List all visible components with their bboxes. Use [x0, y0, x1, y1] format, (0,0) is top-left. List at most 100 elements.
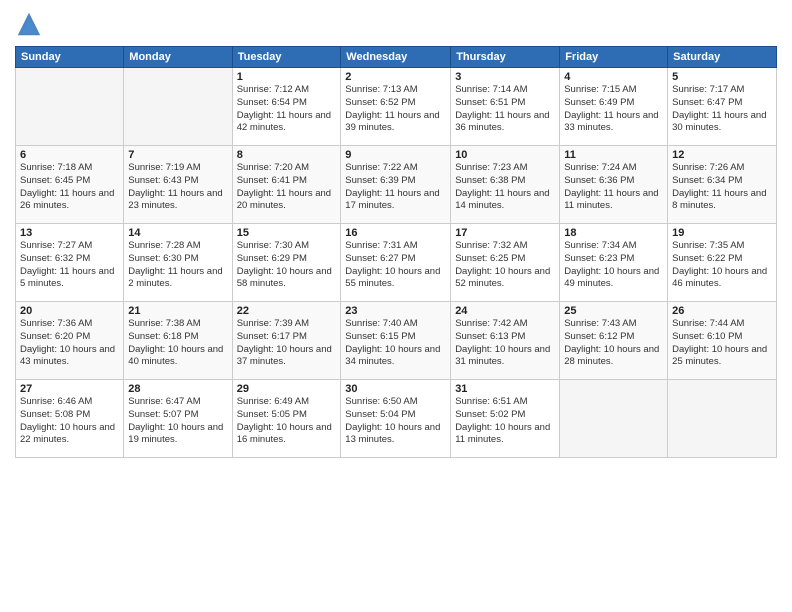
calendar-cell: 5Sunrise: 7:17 AMSunset: 6:47 PMDaylight…: [668, 68, 777, 146]
day-number: 15: [237, 227, 337, 239]
calendar-cell: [668, 380, 777, 458]
calendar-cell: 7Sunrise: 7:19 AMSunset: 6:43 PMDaylight…: [124, 146, 232, 224]
day-number: 24: [455, 305, 555, 317]
calendar-cell: 23Sunrise: 7:40 AMSunset: 6:15 PMDayligh…: [341, 302, 451, 380]
calendar-header-sunday: Sunday: [16, 47, 124, 68]
calendar-cell: 15Sunrise: 7:30 AMSunset: 6:29 PMDayligh…: [232, 224, 341, 302]
day-info: Sunrise: 7:27 AMSunset: 6:32 PMDaylight:…: [20, 240, 119, 291]
day-info: Sunrise: 7:17 AMSunset: 6:47 PMDaylight:…: [672, 84, 772, 135]
calendar-cell: [16, 68, 124, 146]
day-number: 22: [237, 305, 337, 317]
day-info: Sunrise: 7:39 AMSunset: 6:17 PMDaylight:…: [237, 318, 337, 369]
calendar-cell: 29Sunrise: 6:49 AMSunset: 5:05 PMDayligh…: [232, 380, 341, 458]
calendar-week-5: 27Sunrise: 6:46 AMSunset: 5:08 PMDayligh…: [16, 380, 777, 458]
day-number: 30: [345, 383, 446, 395]
day-info: Sunrise: 7:42 AMSunset: 6:13 PMDaylight:…: [455, 318, 555, 369]
day-number: 23: [345, 305, 446, 317]
day-info: Sunrise: 6:49 AMSunset: 5:05 PMDaylight:…: [237, 396, 337, 447]
calendar-week-4: 20Sunrise: 7:36 AMSunset: 6:20 PMDayligh…: [16, 302, 777, 380]
calendar-table: SundayMondayTuesdayWednesdayThursdayFrid…: [15, 46, 777, 458]
day-number: 5: [672, 71, 772, 83]
day-info: Sunrise: 7:35 AMSunset: 6:22 PMDaylight:…: [672, 240, 772, 291]
day-info: Sunrise: 7:14 AMSunset: 6:51 PMDaylight:…: [455, 84, 555, 135]
day-info: Sunrise: 7:32 AMSunset: 6:25 PMDaylight:…: [455, 240, 555, 291]
calendar-cell: [124, 68, 232, 146]
day-info: Sunrise: 6:46 AMSunset: 5:08 PMDaylight:…: [20, 396, 119, 447]
day-number: 4: [564, 71, 663, 83]
day-info: Sunrise: 7:43 AMSunset: 6:12 PMDaylight:…: [564, 318, 663, 369]
day-info: Sunrise: 7:19 AMSunset: 6:43 PMDaylight:…: [128, 162, 227, 213]
day-info: Sunrise: 7:34 AMSunset: 6:23 PMDaylight:…: [564, 240, 663, 291]
day-number: 21: [128, 305, 227, 317]
calendar-cell: 26Sunrise: 7:44 AMSunset: 6:10 PMDayligh…: [668, 302, 777, 380]
calendar-cell: 31Sunrise: 6:51 AMSunset: 5:02 PMDayligh…: [451, 380, 560, 458]
calendar-cell: [560, 380, 668, 458]
calendar-cell: 30Sunrise: 6:50 AMSunset: 5:04 PMDayligh…: [341, 380, 451, 458]
day-info: Sunrise: 7:18 AMSunset: 6:45 PMDaylight:…: [20, 162, 119, 213]
day-number: 1: [237, 71, 337, 83]
calendar-cell: 10Sunrise: 7:23 AMSunset: 6:38 PMDayligh…: [451, 146, 560, 224]
calendar-cell: 19Sunrise: 7:35 AMSunset: 6:22 PMDayligh…: [668, 224, 777, 302]
day-info: Sunrise: 6:50 AMSunset: 5:04 PMDaylight:…: [345, 396, 446, 447]
day-info: Sunrise: 7:28 AMSunset: 6:30 PMDaylight:…: [128, 240, 227, 291]
day-number: 16: [345, 227, 446, 239]
day-number: 27: [20, 383, 119, 395]
calendar-header-saturday: Saturday: [668, 47, 777, 68]
calendar-cell: 25Sunrise: 7:43 AMSunset: 6:12 PMDayligh…: [560, 302, 668, 380]
header: [15, 10, 777, 38]
day-number: 7: [128, 149, 227, 161]
calendar-cell: 2Sunrise: 7:13 AMSunset: 6:52 PMDaylight…: [341, 68, 451, 146]
calendar-cell: 22Sunrise: 7:39 AMSunset: 6:17 PMDayligh…: [232, 302, 341, 380]
day-number: 3: [455, 71, 555, 83]
calendar-header-thursday: Thursday: [451, 47, 560, 68]
day-info: Sunrise: 7:22 AMSunset: 6:39 PMDaylight:…: [345, 162, 446, 213]
calendar-week-1: 1Sunrise: 7:12 AMSunset: 6:54 PMDaylight…: [16, 68, 777, 146]
day-info: Sunrise: 7:12 AMSunset: 6:54 PMDaylight:…: [237, 84, 337, 135]
calendar-cell: 21Sunrise: 7:38 AMSunset: 6:18 PMDayligh…: [124, 302, 232, 380]
calendar-cell: 4Sunrise: 7:15 AMSunset: 6:49 PMDaylight…: [560, 68, 668, 146]
day-number: 28: [128, 383, 227, 395]
day-info: Sunrise: 7:31 AMSunset: 6:27 PMDaylight:…: [345, 240, 446, 291]
day-number: 14: [128, 227, 227, 239]
calendar-cell: 11Sunrise: 7:24 AMSunset: 6:36 PMDayligh…: [560, 146, 668, 224]
day-number: 6: [20, 149, 119, 161]
day-number: 13: [20, 227, 119, 239]
calendar-cell: 13Sunrise: 7:27 AMSunset: 6:32 PMDayligh…: [16, 224, 124, 302]
calendar-cell: 1Sunrise: 7:12 AMSunset: 6:54 PMDaylight…: [232, 68, 341, 146]
day-number: 29: [237, 383, 337, 395]
day-info: Sunrise: 7:26 AMSunset: 6:34 PMDaylight:…: [672, 162, 772, 213]
calendar-header-friday: Friday: [560, 47, 668, 68]
calendar-cell: 28Sunrise: 6:47 AMSunset: 5:07 PMDayligh…: [124, 380, 232, 458]
calendar-week-2: 6Sunrise: 7:18 AMSunset: 6:45 PMDaylight…: [16, 146, 777, 224]
calendar-cell: 12Sunrise: 7:26 AMSunset: 6:34 PMDayligh…: [668, 146, 777, 224]
day-info: Sunrise: 7:36 AMSunset: 6:20 PMDaylight:…: [20, 318, 119, 369]
day-info: Sunrise: 7:20 AMSunset: 6:41 PMDaylight:…: [237, 162, 337, 213]
day-number: 8: [237, 149, 337, 161]
day-info: Sunrise: 6:51 AMSunset: 5:02 PMDaylight:…: [455, 396, 555, 447]
day-number: 20: [20, 305, 119, 317]
calendar-body: 1Sunrise: 7:12 AMSunset: 6:54 PMDaylight…: [16, 68, 777, 458]
calendar-cell: 8Sunrise: 7:20 AMSunset: 6:41 PMDaylight…: [232, 146, 341, 224]
calendar-header-wednesday: Wednesday: [341, 47, 451, 68]
day-number: 9: [345, 149, 446, 161]
day-number: 10: [455, 149, 555, 161]
calendar-cell: 9Sunrise: 7:22 AMSunset: 6:39 PMDaylight…: [341, 146, 451, 224]
calendar-cell: 6Sunrise: 7:18 AMSunset: 6:45 PMDaylight…: [16, 146, 124, 224]
day-number: 25: [564, 305, 663, 317]
calendar-cell: 18Sunrise: 7:34 AMSunset: 6:23 PMDayligh…: [560, 224, 668, 302]
day-info: Sunrise: 7:13 AMSunset: 6:52 PMDaylight:…: [345, 84, 446, 135]
day-number: 26: [672, 305, 772, 317]
calendar-cell: 27Sunrise: 6:46 AMSunset: 5:08 PMDayligh…: [16, 380, 124, 458]
day-info: Sunrise: 7:23 AMSunset: 6:38 PMDaylight:…: [455, 162, 555, 213]
calendar-header-monday: Monday: [124, 47, 232, 68]
calendar-cell: 17Sunrise: 7:32 AMSunset: 6:25 PMDayligh…: [451, 224, 560, 302]
day-info: Sunrise: 7:15 AMSunset: 6:49 PMDaylight:…: [564, 84, 663, 135]
day-info: Sunrise: 7:40 AMSunset: 6:15 PMDaylight:…: [345, 318, 446, 369]
day-info: Sunrise: 7:38 AMSunset: 6:18 PMDaylight:…: [128, 318, 227, 369]
day-number: 19: [672, 227, 772, 239]
day-number: 2: [345, 71, 446, 83]
day-number: 18: [564, 227, 663, 239]
calendar-cell: 3Sunrise: 7:14 AMSunset: 6:51 PMDaylight…: [451, 68, 560, 146]
calendar-header-row: SundayMondayTuesdayWednesdayThursdayFrid…: [16, 47, 777, 68]
day-number: 17: [455, 227, 555, 239]
